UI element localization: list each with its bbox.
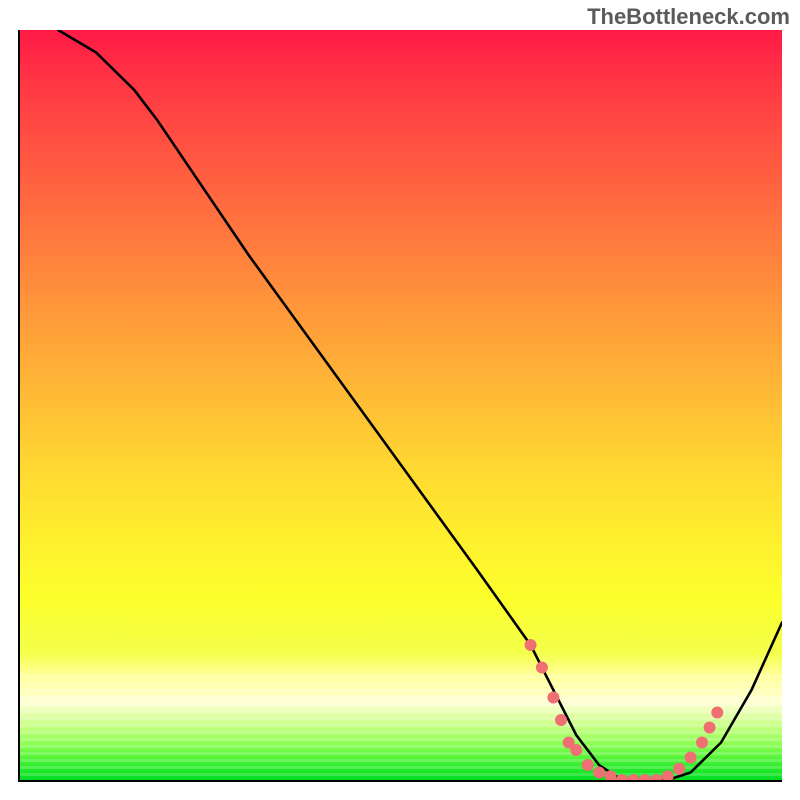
watermark-text: TheBottleneck.com bbox=[587, 4, 790, 30]
gradient-background bbox=[20, 30, 782, 780]
plot-area bbox=[18, 30, 782, 782]
chart-container: TheBottleneck.com bbox=[0, 0, 800, 800]
